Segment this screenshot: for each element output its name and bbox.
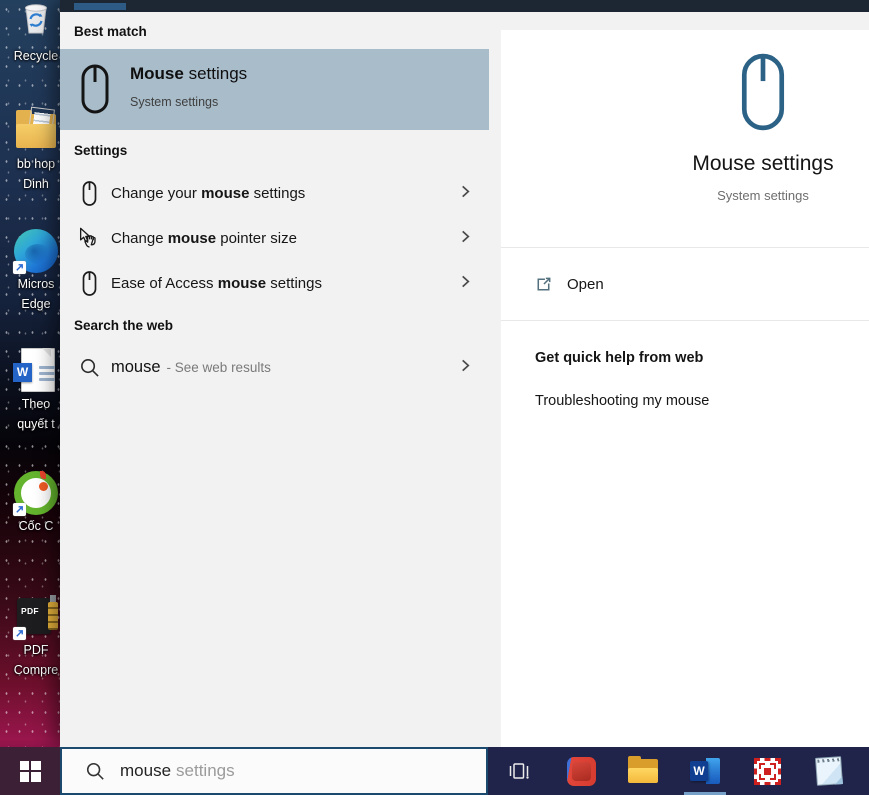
- desktop-icon-label: Edge: [4, 294, 68, 314]
- taskbar: mouse settings W: [0, 747, 869, 795]
- web-search-label: mouse- See web results: [111, 358, 271, 377]
- start-button[interactable]: [0, 747, 60, 795]
- mouse-icon-large: [735, 53, 791, 136]
- unikey-icon: [754, 758, 781, 785]
- coc-coc-icon: [13, 470, 59, 516]
- best-match-subtitle: System settings: [130, 95, 218, 109]
- notepad-icon: [815, 756, 843, 786]
- settings-result-label: Ease of Access mouse settings: [111, 275, 322, 292]
- edge-icon: [13, 228, 59, 274]
- desktop-icon-word-document[interactable]: W Theo quyết t: [4, 348, 68, 434]
- desktop-icon-edge[interactable]: Micros Edge: [4, 228, 68, 314]
- red-app-icon: [567, 757, 596, 786]
- desktop-icon-label: Recycle: [4, 46, 68, 66]
- quick-help-header: Get quick help from web: [535, 350, 703, 366]
- word-glyph: W: [690, 761, 708, 781]
- best-match-header: Best match: [74, 24, 147, 39]
- task-view-icon: [507, 759, 531, 783]
- search-flyout: Best match Mouse settings System setting…: [60, 0, 869, 747]
- pointer-size-icon: [76, 227, 102, 250]
- task-view-button[interactable]: [488, 747, 550, 795]
- shortcut-arrow-icon: [13, 503, 26, 516]
- desktop-icon-label: Micros: [4, 274, 68, 294]
- desktop-icon-label: Theo: [4, 394, 68, 414]
- search-icon: [85, 761, 105, 781]
- chevron-right-icon: [458, 229, 473, 249]
- file-explorer-icon: [628, 759, 658, 783]
- windows-logo-icon: [20, 761, 41, 782]
- flyout-top-bar: [60, 0, 869, 12]
- desktop-icon-recycle-bin[interactable]: Recycle: [4, 0, 68, 66]
- recycle-bin-icon: [13, 0, 59, 46]
- settings-result-label: Change your mouse settings: [111, 185, 305, 202]
- settings-result-label: Change mouse pointer size: [111, 230, 297, 247]
- divider: [501, 320, 869, 321]
- red-app-button[interactable]: [550, 747, 612, 795]
- troubleshooting-link[interactable]: Troubleshooting my mouse: [535, 393, 709, 409]
- shortcut-arrow-icon: [13, 627, 26, 640]
- preview-subtitle: System settings: [717, 188, 809, 203]
- results-panel: Best match Mouse settings System setting…: [60, 12, 489, 747]
- folder-icon: [13, 108, 59, 154]
- word-glyph: W: [13, 363, 32, 382]
- mouse-icon: [76, 271, 102, 296]
- pdf-glyph: PDF: [21, 606, 39, 616]
- pdf-compressor-icon: PDF: [13, 594, 59, 640]
- unikey-button[interactable]: [736, 747, 798, 795]
- mouse-icon: [76, 181, 102, 206]
- best-match-title: Mouse settings: [130, 64, 247, 84]
- open-button[interactable]: Open: [501, 248, 869, 320]
- active-tab-indicator: [74, 3, 126, 10]
- notepad-button[interactable]: [798, 747, 860, 795]
- desktop-icon-label: Compre: [4, 660, 68, 680]
- search-input-value: mouse: [120, 761, 171, 781]
- web-search-result[interactable]: mouse- See web results: [60, 345, 489, 390]
- preview-title: Mouse settings: [692, 152, 833, 176]
- search-the-web-header: Search the web: [74, 318, 173, 333]
- search-icon: [76, 357, 102, 378]
- desktop-icon-label: Cốc C: [4, 516, 68, 536]
- desktop-icon-label: quyết t: [4, 414, 68, 434]
- word-document-icon: W: [13, 348, 59, 394]
- desktop-icon-coc-coc[interactable]: Cốc C: [4, 470, 68, 536]
- chevron-right-icon: [458, 274, 473, 294]
- word-button[interactable]: W: [674, 747, 736, 795]
- settings-header: Settings: [74, 143, 127, 158]
- open-external-icon: [534, 275, 553, 294]
- open-button-label: Open: [567, 276, 604, 293]
- settings-result-change-mouse-settings[interactable]: Change your mouse settings: [60, 171, 489, 216]
- best-match-result[interactable]: Mouse settings System settings: [60, 49, 489, 130]
- taskbar-search-input[interactable]: mouse settings: [60, 747, 488, 795]
- search-input-suggestion: settings: [176, 761, 235, 781]
- mouse-icon: [81, 64, 109, 119]
- settings-result-change-pointer-size[interactable]: Change mouse pointer size: [60, 216, 489, 261]
- desktop-icon-folder[interactable]: bb hop Dinh: [4, 108, 68, 194]
- word-icon: W: [690, 757, 720, 785]
- chevron-right-icon: [458, 358, 473, 378]
- desktop-icon-label: Dinh: [4, 174, 68, 194]
- preview-panel: Mouse settings System settings Open Get …: [489, 12, 869, 747]
- file-explorer-button[interactable]: [612, 747, 674, 795]
- settings-result-ease-of-access[interactable]: Ease of Access mouse settings: [60, 261, 489, 306]
- desktop-icon-pdf-compressor[interactable]: PDF PDF Compre: [4, 594, 68, 680]
- desktop-icon-label: bb hop: [4, 154, 68, 174]
- shortcut-arrow-icon: [13, 261, 26, 274]
- chevron-right-icon: [458, 184, 473, 204]
- desktop-icon-label: PDF: [4, 640, 68, 660]
- preview-card: Mouse settings System settings Open Get …: [501, 30, 869, 747]
- taskbar-icons: W: [488, 747, 869, 795]
